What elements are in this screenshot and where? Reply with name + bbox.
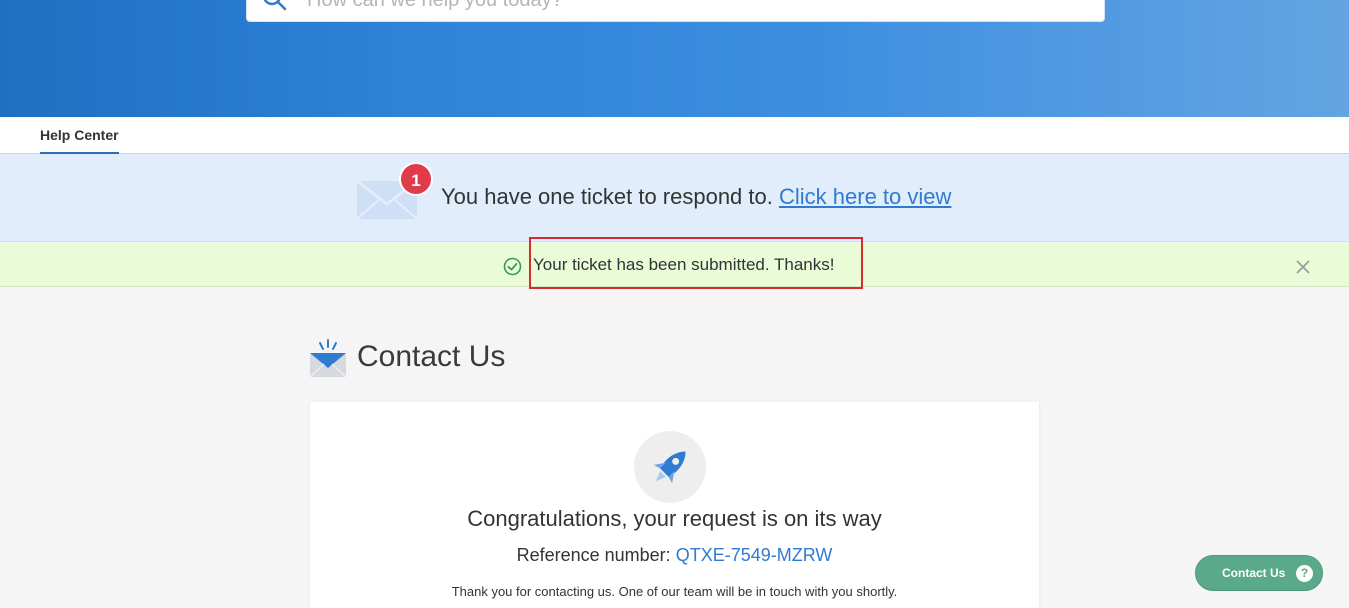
navigation-bar: Help Center: [0, 117, 1349, 154]
confirmation-heading: Congratulations, your request is on its …: [467, 506, 882, 531]
search-icon[interactable]: [261, 0, 287, 13]
mail-icon: [309, 339, 347, 378]
thank-you-message: Thank you for contacting us. One of our …: [451, 584, 898, 599]
ticket-message: You have one ticket to respond to. Click…: [441, 184, 951, 210]
confirmation-card: Congratulations, your request is on its …: [310, 402, 1039, 608]
view-ticket-link[interactable]: Click here to view: [779, 184, 951, 209]
notification-badge: 1: [399, 162, 433, 196]
rocket-icon: [653, 451, 686, 484]
search-box[interactable]: [246, 0, 1105, 22]
ticket-message-text: You have one ticket to respond to.: [441, 184, 773, 209]
close-icon[interactable]: [1295, 259, 1311, 275]
hero-banner: [0, 0, 1349, 117]
reference-number: QTXE-7549-MZRW: [675, 545, 833, 565]
contact-us-button[interactable]: Contact Us ?: [1195, 555, 1323, 591]
check-circle-icon: [503, 257, 522, 276]
ticket-notification-banner: 1 You have one ticket to respond to. Cli…: [0, 154, 1349, 242]
contact-us-label: Contact Us: [1222, 566, 1286, 580]
reference-line: Reference number: QTXE-7549-MZRW: [310, 545, 1039, 566]
highlight-box: [529, 237, 863, 289]
search-input[interactable]: [307, 0, 1087, 13]
rocket-badge: [634, 431, 706, 503]
reference-label: Reference number:: [516, 545, 671, 565]
tab-help-center[interactable]: Help Center: [40, 117, 119, 154]
help-icon: ?: [1296, 565, 1313, 582]
page-title: Contact Us: [357, 340, 506, 373]
